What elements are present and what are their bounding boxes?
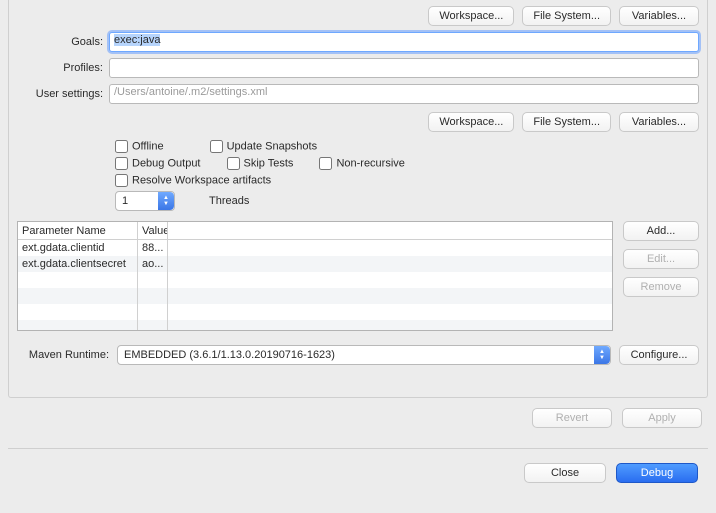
non-recursive-checkbox[interactable]: Non-recursive [319, 157, 404, 170]
options-block: Offline Update Snapshots Debug Output Sk… [115, 140, 699, 211]
stepper-arrows-icon[interactable]: ▲▼ [158, 192, 174, 210]
variables-button-mid[interactable]: Variables... [619, 112, 699, 132]
parameters-table[interactable]: Parameter Name Value ext.gdata.clientid … [17, 221, 613, 331]
skip-tests-checkbox[interactable]: Skip Tests [227, 157, 294, 170]
debug-button[interactable]: Debug [616, 463, 698, 483]
add-button[interactable]: Add... [623, 221, 699, 241]
table-row [18, 320, 612, 331]
debug-output-checkbox[interactable]: Debug Output [115, 157, 201, 170]
update-snapshots-checkbox[interactable]: Update Snapshots [210, 140, 318, 153]
user-settings-input[interactable]: /Users/antoine/.m2/settings.xml [109, 84, 699, 104]
resolve-workspace-checkbox[interactable]: Resolve Workspace artifacts [115, 174, 271, 187]
goals-input[interactable]: exec:java [109, 32, 699, 52]
filesystem-button-mid[interactable]: File System... [522, 112, 611, 132]
profiles-input[interactable] [109, 58, 699, 78]
goals-label: Goals: [17, 36, 109, 48]
workspace-button-mid[interactable]: Workspace... [428, 112, 514, 132]
revert-button: Revert [532, 408, 612, 428]
table-row [18, 304, 612, 320]
workspace-button-top[interactable]: Workspace... [428, 6, 514, 26]
main-config-panel: Workspace... File System... Variables...… [8, 0, 708, 398]
column-value[interactable]: Value [138, 222, 168, 239]
apply-button: Apply [622, 408, 702, 428]
table-row[interactable]: ext.gdata.clientsecret ao... [18, 256, 612, 272]
close-button[interactable]: Close [524, 463, 606, 483]
table-row [18, 288, 612, 304]
maven-runtime-select[interactable]: EMBEDDED (3.6.1/1.13.0.20190716-1623) ▲▼ [117, 345, 611, 365]
configure-button[interactable]: Configure... [619, 345, 699, 365]
edit-button: Edit... [623, 249, 699, 269]
variables-button-top[interactable]: Variables... [619, 6, 699, 26]
profiles-label: Profiles: [17, 62, 109, 74]
filesystem-button-top[interactable]: File System... [522, 6, 611, 26]
offline-checkbox[interactable]: Offline [115, 140, 164, 153]
threads-label: Threads [209, 195, 249, 207]
table-row [18, 272, 612, 288]
threads-stepper[interactable]: 1 ▲▼ [115, 191, 175, 211]
maven-runtime-label: Maven Runtime: [17, 349, 109, 361]
user-settings-label: User settings: [17, 88, 109, 100]
table-row[interactable]: ext.gdata.clientid 88... [18, 240, 612, 256]
select-arrows-icon[interactable]: ▲▼ [594, 346, 610, 364]
divider [8, 448, 708, 449]
remove-button: Remove [623, 277, 699, 297]
column-parameter-name[interactable]: Parameter Name [18, 222, 138, 239]
